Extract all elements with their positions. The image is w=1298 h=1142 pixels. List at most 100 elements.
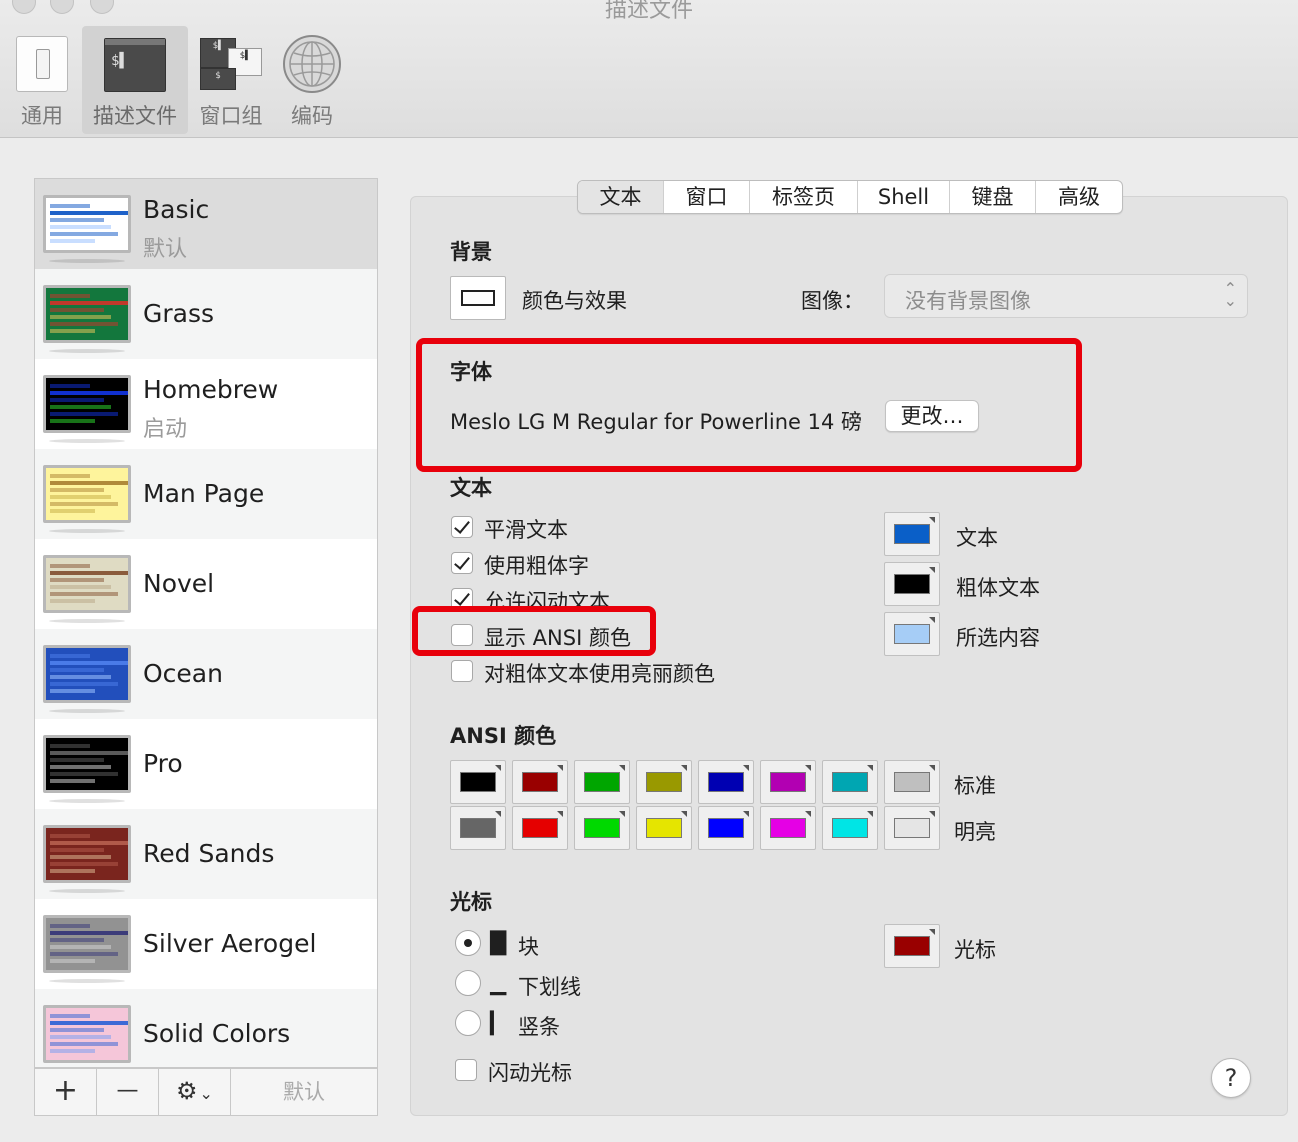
window-title: 描述文件: [604, 0, 693, 23]
cursor-glyph-icon: ▁: [490, 971, 507, 995]
profile-name: Silver Aerogel: [143, 929, 317, 958]
profile-subtitle: 启动: [143, 417, 188, 442]
text-color-well[interactable]: [884, 562, 940, 606]
ansi-bright-color-well[interactable]: [760, 806, 816, 850]
background-color-well[interactable]: [450, 276, 506, 320]
profile-name: Solid Colors: [143, 1019, 291, 1048]
profile-row[interactable]: Red Sands: [35, 809, 377, 899]
toolbar-general[interactable]: 通用: [10, 26, 74, 134]
toolbar: 描述文件 通用 $▌ 描述文件 $▌ $▌ $ 窗口组 编码: [0, 0, 1298, 138]
text-color-label: 粗体文本: [956, 576, 1040, 600]
ansi-normal-color-well[interactable]: [512, 760, 568, 804]
cursor-style-radio[interactable]: [455, 1010, 481, 1036]
ansi-bright-color-well[interactable]: [884, 806, 940, 850]
background-image-value: 没有背景图像: [905, 289, 1031, 313]
ansi-bright-color-well[interactable]: [450, 806, 506, 850]
profile-thumbnail: [43, 375, 131, 433]
toolbar-general-label: 通用: [21, 104, 63, 128]
ansi-normal-color-well[interactable]: [450, 760, 506, 804]
window-groups-icon: $▌ $▌ $: [200, 38, 262, 92]
profile-row[interactable]: Novel: [35, 539, 377, 629]
cursor-section-title: 光标: [450, 890, 492, 914]
image-label: 图像：: [801, 289, 864, 313]
profile-row[interactable]: Ocean: [35, 629, 377, 719]
gear-icon: ⚙: [176, 1077, 198, 1105]
profile-thumbnail: [43, 735, 131, 793]
ansi-bright-label: 明亮: [954, 820, 996, 844]
profile-thumbnail: [43, 465, 131, 523]
tab-text[interactable]: 文本: [578, 181, 664, 213]
ansi-normal-color-well[interactable]: [760, 760, 816, 804]
toolbar-encoding-label: 编码: [291, 104, 333, 128]
highlight-annotation-ansi: [412, 606, 656, 656]
ansi-normal-color-well[interactable]: [574, 760, 630, 804]
chevron-down-icon: ⌄: [199, 1084, 213, 1103]
profile-thumbnail: [43, 1005, 131, 1063]
text-option-checkbox[interactable]: [451, 516, 473, 538]
profile-actions-menu[interactable]: ⚙ ⌄: [159, 1069, 231, 1115]
remove-profile-button[interactable]: —: [97, 1069, 159, 1115]
toolbar-window-groups[interactable]: $▌ $▌ $ 窗口组: [196, 26, 266, 134]
blink-cursor-checkbox[interactable]: [455, 1059, 477, 1081]
cursor-style-radio[interactable]: [455, 970, 481, 996]
background-image-select[interactable]: 没有背景图像 ⌃ ⌄: [884, 274, 1248, 318]
profile-thumbnail: [43, 645, 131, 703]
tab-keyboard[interactable]: 键盘: [950, 181, 1036, 213]
ansi-normal-color-well[interactable]: [884, 760, 940, 804]
toolbar-window-groups-label: 窗口组: [199, 104, 263, 128]
color-effects-label: 颜色与效果: [522, 289, 627, 313]
help-button[interactable]: ?: [1211, 1058, 1251, 1098]
tab-shell[interactable]: Shell: [858, 181, 950, 213]
tab-window[interactable]: 窗口: [664, 181, 750, 213]
profile-row[interactable]: Basic 默认: [35, 179, 377, 269]
text-color-well[interactable]: [884, 612, 940, 656]
profile-name: Ocean: [143, 659, 223, 688]
cursor-color-well[interactable]: [884, 924, 940, 968]
popup-chevron-icon: ⌃ ⌄: [1223, 279, 1237, 310]
text-section-title: 文本: [450, 476, 492, 500]
set-default-button[interactable]: 默认: [231, 1069, 377, 1115]
profile-subtitle: 默认: [143, 237, 188, 262]
profile-row[interactable]: Silver Aerogel: [35, 899, 377, 989]
profile-row[interactable]: Man Page: [35, 449, 377, 539]
profile-name: Homebrew: [143, 375, 279, 404]
cursor-glyph-icon: ▎: [490, 1011, 507, 1035]
cursor-glyph-icon: █: [490, 931, 507, 955]
profile-row[interactable]: Homebrew 启动: [35, 359, 377, 449]
ansi-normal-label: 标准: [954, 774, 996, 798]
cursor-style-radio[interactable]: [455, 930, 481, 956]
text-option-checkbox[interactable]: [451, 552, 473, 574]
add-profile-button[interactable]: +: [35, 1069, 97, 1115]
profile-name: Novel: [143, 569, 215, 598]
toolbar-profiles-label: 描述文件: [93, 104, 177, 128]
text-color-well[interactable]: [884, 512, 940, 556]
profile-name: Basic: [143, 195, 210, 224]
ansi-bright-color-well[interactable]: [636, 806, 692, 850]
text-option-label: 平滑文本: [484, 518, 568, 542]
general-switch-icon: [16, 36, 68, 92]
background-section-title: 背景: [450, 240, 492, 264]
profile-name: Grass: [143, 299, 215, 328]
profile-row[interactable]: Grass: [35, 269, 377, 359]
profile-thumbnail: [43, 825, 131, 883]
ansi-bright-color-well[interactable]: [698, 806, 754, 850]
ansi-bright-color-well[interactable]: [574, 806, 630, 850]
profile-thumbnail: [43, 195, 131, 253]
ansi-normal-color-well[interactable]: [636, 760, 692, 804]
ansi-normal-color-well[interactable]: [698, 760, 754, 804]
text-option-checkbox[interactable]: [451, 660, 473, 682]
profile-row[interactable]: Pro: [35, 719, 377, 809]
tab-tabs[interactable]: 标签页: [750, 181, 858, 213]
ansi-bright-color-well[interactable]: [512, 806, 568, 850]
profile-thumbnail: [43, 915, 131, 973]
profile-list-footer: + — ⚙ ⌄ 默认: [34, 1068, 378, 1116]
profile-list[interactable]: Basic 默认 Grass Homebrew 启动 Man Page Novel Ocean…: [34, 178, 378, 1068]
tab-advanced[interactable]: 高级: [1036, 181, 1122, 213]
toolbar-profiles[interactable]: $▌ 描述文件: [82, 26, 188, 134]
profile-name: Red Sands: [143, 839, 275, 868]
ansi-bright-color-well[interactable]: [822, 806, 878, 850]
text-color-label: 文本: [956, 526, 998, 550]
toolbar-encoding[interactable]: 编码: [278, 26, 346, 134]
profile-row[interactable]: Solid Colors: [35, 989, 377, 1067]
ansi-normal-color-well[interactable]: [822, 760, 878, 804]
